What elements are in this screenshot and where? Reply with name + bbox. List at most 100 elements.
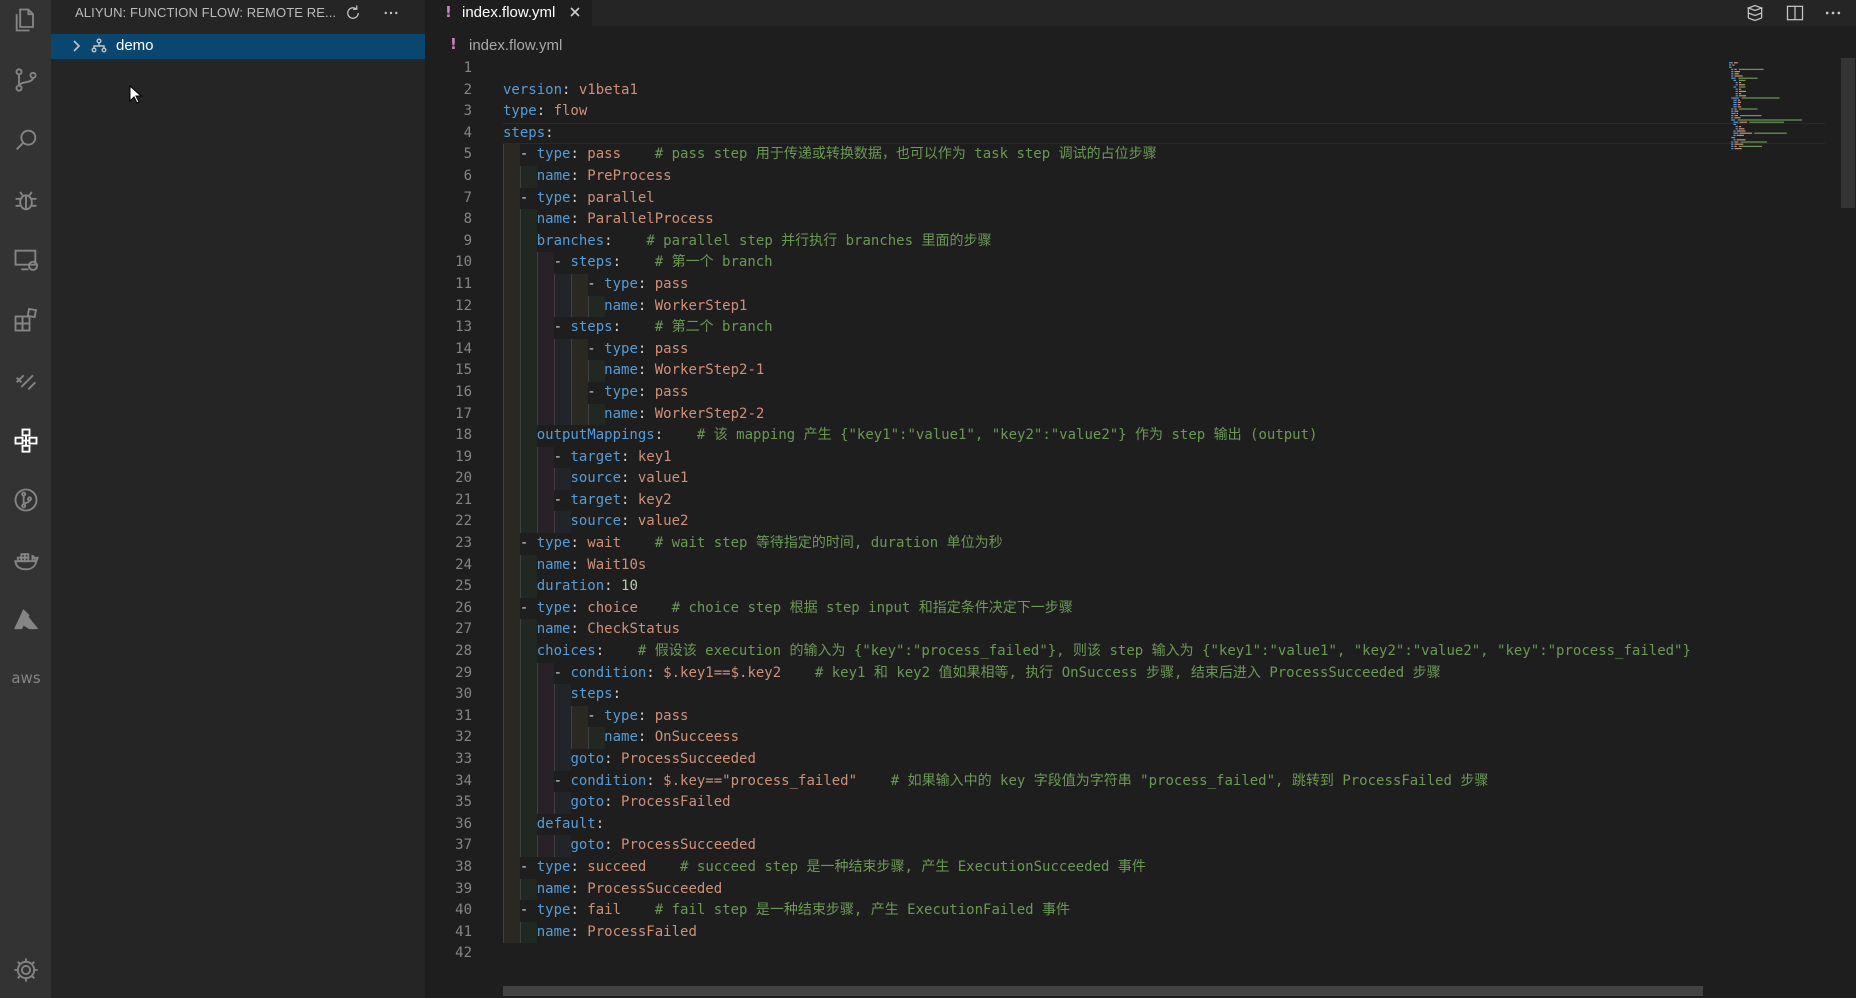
editor-more-actions-icon[interactable] [1822, 2, 1844, 24]
code-line[interactable]: 14 - type: pass [425, 338, 1725, 361]
gear-icon[interactable] [10, 954, 42, 986]
line-text: - type: wait # wait step 等待指定的时间, durati… [503, 533, 1003, 555]
debug-icon[interactable] [10, 184, 42, 216]
tree-item-label: demo [116, 37, 154, 54]
code-line[interactable]: 26 - type: choice # choice step 根据 step … [425, 597, 1725, 620]
code-line[interactable]: 24 name: Wait10s [425, 554, 1725, 577]
line-number: 38 [455, 858, 472, 875]
horizontal-scrollbar[interactable] [503, 986, 1703, 996]
code-line[interactable]: 16 - type: pass [425, 381, 1725, 404]
code-line[interactable]: 15 name: WorkerStep2-1 [425, 360, 1725, 382]
line-text: name: ProcessFailed [503, 922, 697, 944]
code-line[interactable]: 18 outputMappings: # 该 mapping 产生 {"key1… [425, 425, 1725, 447]
code-line[interactable]: 7 - type: parallel [425, 187, 1725, 210]
chevron-right-icon[interactable] [68, 38, 84, 54]
minimap-token [1738, 79, 1746, 81]
code-line[interactable]: 5 - type: pass # pass step 用于传递或转换数据，也可以… [425, 144, 1725, 166]
code-line[interactable]: 42 [425, 943, 1725, 965]
code-line[interactable]: 6 name: PreProcess [425, 165, 1725, 188]
function-compute-icon[interactable] [10, 364, 42, 396]
minimap-token [1731, 145, 1734, 147]
code-token: - [503, 275, 605, 292]
code-line[interactable]: 31 - type: pass [425, 705, 1725, 728]
line-text: - type: fail # fail step 是一种结束步骤, 产生 Exe… [503, 900, 1070, 922]
code-line[interactable]: 23 - type: wait # wait step 等待指定的时间, dur… [425, 533, 1725, 555]
flow-graph-icon[interactable] [1744, 2, 1766, 24]
line-text: name: WorkerStep2-2 [503, 404, 764, 426]
code-line[interactable]: 11 - type: pass [425, 273, 1725, 296]
code-line[interactable]: 41 name: ProcessFailed [425, 921, 1725, 944]
code-line[interactable]: 39 name: ProcessSucceeded [425, 878, 1725, 901]
git-graph-icon[interactable] [10, 484, 42, 516]
code-line[interactable]: 2 version: v1beta1 [425, 80, 1725, 102]
code-line[interactable]: 12 name: WorkerStep1 [425, 295, 1725, 318]
minimap-token [1733, 134, 1736, 136]
code-line[interactable]: 22 source: value2 [425, 511, 1725, 534]
minimap-token [1734, 117, 1741, 119]
function-flow-icon[interactable] [10, 424, 42, 456]
minimap-token [1731, 108, 1734, 110]
explorer-icon[interactable] [10, 4, 42, 36]
line-text: goto: ProcessSucceeded [503, 835, 755, 857]
minimap-token [1738, 77, 1758, 79]
code-line[interactable]: 8 name: ParallelProcess [425, 209, 1725, 231]
minimap[interactable] [1725, 58, 1835, 158]
code-line[interactable]: 37 goto: ProcessSucceeded [425, 835, 1725, 857]
code-token: key2 [637, 491, 672, 508]
code-token: : [595, 643, 638, 660]
code-token: : [536, 103, 554, 120]
code-line[interactable]: 35 goto: ProcessFailed [425, 792, 1725, 814]
docker-icon[interactable] [10, 544, 42, 576]
vertical-scrollbar[interactable] [1841, 58, 1855, 208]
tab-index-flow-yml[interactable]: ! index.flow.yml [425, 0, 592, 26]
refresh-icon[interactable] [343, 3, 363, 23]
code-line[interactable]: 27 name: CheckStatus [425, 619, 1725, 642]
breadcrumb[interactable]: ! index.flow.yml [425, 34, 1225, 56]
code-line[interactable]: 13 - steps: # 第二个 branch [425, 317, 1725, 339]
aws-icon[interactable]: aws [10, 662, 42, 694]
search-icon[interactable] [10, 124, 42, 156]
code-line[interactable]: 32 name: OnSucceess [425, 727, 1725, 749]
code-line[interactable]: 3 type: flow [425, 101, 1725, 123]
code-line[interactable]: 1 [425, 58, 1725, 80]
code-line[interactable]: 33 goto: ProcessSucceeded [425, 749, 1725, 771]
code-line[interactable]: 9 branches: # parallel step 并行执行 branche… [425, 230, 1725, 253]
code-token: - [503, 340, 605, 357]
code-line[interactable]: 19 - target: key1 [425, 446, 1725, 469]
code-token: ProcessFailed [587, 923, 697, 940]
split-editor-icon[interactable] [1784, 2, 1806, 24]
breadcrumb-file[interactable]: index.flow.yml [469, 37, 562, 54]
code-line[interactable]: 29 - condition: $.key1==$.key2 # key1 和 … [425, 662, 1725, 685]
minimap-token [1737, 119, 1803, 121]
line-number: 10 [455, 254, 472, 271]
line-text: - type: pass [503, 706, 688, 728]
code-line[interactable]: 34 - condition: $.key=="process_failed" … [425, 770, 1725, 793]
code-token: # succeed step 是一种结束步骤, 产生 ExecutionSucc… [680, 858, 1146, 875]
tree-item-demo[interactable]: demo [51, 34, 425, 59]
more-actions-icon[interactable] [381, 3, 401, 23]
code-line[interactable]: 36 default: [425, 813, 1725, 836]
code-line[interactable]: 28 choices: # 假设该 execution 的输入为 {"key":… [425, 641, 1725, 663]
code-line[interactable]: 38 - type: succeed # succeed step 是一种结束步… [425, 856, 1725, 879]
code-line[interactable]: 25 duration: 10 [425, 576, 1725, 598]
code-line[interactable]: 20 source: value1 [425, 468, 1725, 490]
code-editor[interactable]: 1 2 version: v1beta1 3 type: flow 4 steps: 5 - … [425, 58, 1825, 965]
source-control-icon[interactable] [10, 64, 42, 96]
extensions-icon[interactable] [10, 304, 42, 336]
line-number: 31 [455, 707, 472, 724]
code-line[interactable]: 4 steps: [425, 122, 1825, 145]
line-text: choices: # 假设该 execution 的输入为 {"key":"pr… [503, 641, 1691, 663]
azure-icon[interactable] [10, 604, 42, 636]
code-line[interactable]: 17 name: WorkerStep2-2 [425, 403, 1725, 426]
code-line[interactable]: 21 - target: key2 [425, 489, 1725, 512]
code-line[interactable]: 30 steps: [425, 684, 1725, 706]
remote-explorer-icon[interactable] [10, 244, 42, 276]
code-token: pass [654, 383, 689, 400]
close-icon[interactable] [567, 4, 583, 20]
code-token: wait [587, 535, 622, 552]
code-token: : [604, 751, 622, 767]
code-line[interactable]: 40 - type: fail # fail step 是一种结束步骤, 产生 … [425, 900, 1725, 922]
code-line[interactable]: 10 - steps: # 第一个 branch [425, 252, 1725, 274]
